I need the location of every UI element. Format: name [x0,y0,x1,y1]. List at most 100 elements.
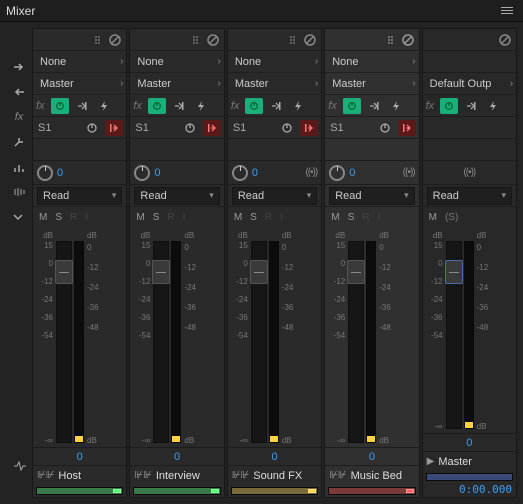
fx-power-button[interactable] [245,98,263,114]
fx-power-button[interactable] [343,98,361,114]
lightning-icon[interactable] [387,98,405,114]
fx-power-button[interactable] [440,98,458,114]
automation-row-icon[interactable] [6,206,32,228]
send-power-button[interactable] [278,120,296,136]
pan-knob[interactable] [329,165,345,181]
input-row-icon[interactable] [6,56,32,78]
fader[interactable] [446,241,462,429]
fx-label: fx [36,100,45,112]
send-power-button[interactable] [181,120,199,136]
fader-handle[interactable] [55,260,73,284]
drag-icon [192,35,202,45]
track-color[interactable] [133,487,220,495]
pan-knob[interactable] [134,165,150,181]
circle-slash-icon[interactable] [108,33,122,47]
output-select[interactable]: Master› [228,73,321,95]
fader-scale: dB 15 0 -12 -24 -36 -54 -∞ [35,231,55,447]
row-labels: fx [6,28,32,498]
circle-slash-icon[interactable] [401,33,415,47]
track-host[interactable]: None› Master› fx S1 0 [32,28,127,498]
automation-mode-select[interactable]: Read▾ [232,187,317,205]
send-name[interactable]: S1 [36,122,79,134]
lightning-icon[interactable] [192,98,210,114]
eq-row-icon[interactable] [6,156,32,178]
solo-button[interactable]: S [153,212,160,223]
lightning-icon[interactable] [95,98,113,114]
track-name[interactable]: Host [58,470,122,482]
fader[interactable] [153,241,169,443]
waveform-icon: ⊮⊮ [329,470,346,481]
fx-power-button[interactable] [51,98,69,114]
master-output-select[interactable]: Default Outp› [423,73,516,95]
stereo-icon: ((•)) [463,167,475,178]
fader[interactable] [348,241,364,443]
track-color[interactable] [328,487,415,495]
automation-mode-select[interactable]: Read▾ [329,187,414,205]
panel-menu-icon[interactable] [497,3,517,18]
pan-knob[interactable] [232,165,248,181]
waveform-icon: ⊮⊮ [232,470,249,481]
fx-row-icon[interactable]: fx [6,106,32,128]
fx-prefader-icon[interactable] [365,98,383,114]
fader-area: dB 15 0 -12 -24 -36 -54 -∞ dB 0 -12 [33,227,126,447]
stereo-icon: ((•)) [305,167,317,178]
track-type-row-icon[interactable] [6,455,32,477]
send-prefader-button[interactable] [203,120,221,136]
circle-slash-icon[interactable] [303,33,317,47]
mixer-panel: Mixer fx None› Master› [0,0,523,504]
circle-slash-icon[interactable] [206,33,220,47]
automation-mode-select[interactable]: Read▾ [37,187,122,205]
master-icon: ▶ [427,456,435,467]
send-prefader-button[interactable] [398,120,416,136]
record-button[interactable]: R [70,212,77,223]
send-power-button[interactable] [83,120,101,136]
input-select[interactable]: None› [228,51,321,73]
circle-slash-icon[interactable] [498,33,512,47]
fx-prefader-icon[interactable] [462,98,480,114]
input-select[interactable]: None› [130,51,223,73]
track-interview[interactable]: None› Master› fx S1 0 Read▾ MSRI [129,28,224,498]
track-music-bed[interactable]: None› Master› fx S1 0((•)) Read▾ MSRI [324,28,419,498]
send-power-button[interactable] [376,120,394,136]
monitor-button[interactable]: I [85,212,88,223]
output-select[interactable]: Master› [130,73,223,95]
track-sound-fx[interactable]: None› Master› fx S1 0((•)) Read▾ MSRI [227,28,322,498]
track-color[interactable] [36,487,123,495]
send-prefader-button[interactable] [105,120,123,136]
track-master[interactable]: Default Outp› fx ((•)) Read▾ M(S) dB150-… [422,28,517,498]
track-color[interactable] [426,473,513,481]
sends-row-icon[interactable] [6,131,32,153]
level-meter [366,241,376,443]
send-slot: S1 [33,117,126,139]
fx-prefader-icon[interactable] [267,98,285,114]
output-select[interactable]: Master› [33,73,126,95]
track-color[interactable] [231,487,318,495]
meter-scale: dB 0 -12 -24 -36 -48 dB [85,231,103,447]
input-select[interactable]: None› [325,51,418,73]
output-row-icon[interactable] [6,81,32,103]
fader[interactable] [251,241,267,443]
timecode[interactable]: 0:00.000 [423,483,516,497]
solo-button[interactable]: S [55,212,62,223]
pan-knob[interactable] [37,165,53,181]
waveform-icon: ⊮⊮ [37,470,54,481]
lightning-icon[interactable] [484,98,502,114]
send-prefader-button[interactable] [300,120,318,136]
fx-power-button[interactable] [148,98,166,114]
pan-control: 0 [33,161,126,185]
pan-value[interactable]: 0 [57,167,63,179]
mute-button[interactable]: M [136,212,144,223]
fader[interactable] [56,241,72,443]
pan-row-icon[interactable] [6,181,32,203]
input-select[interactable]: None› [33,51,126,73]
level-meter [269,241,279,443]
fx-prefader-icon[interactable] [73,98,91,114]
automation-mode-select[interactable]: Read▾ [427,187,512,205]
automation-mode-select[interactable]: Read▾ [134,187,219,205]
lightning-icon[interactable] [289,98,307,114]
volume-value[interactable]: 0 [33,447,126,465]
fx-prefader-icon[interactable] [170,98,188,114]
mute-button[interactable]: M [39,212,47,223]
output-select[interactable]: Master› [325,73,418,95]
waveform-icon: ⊮⊮ [134,470,151,481]
